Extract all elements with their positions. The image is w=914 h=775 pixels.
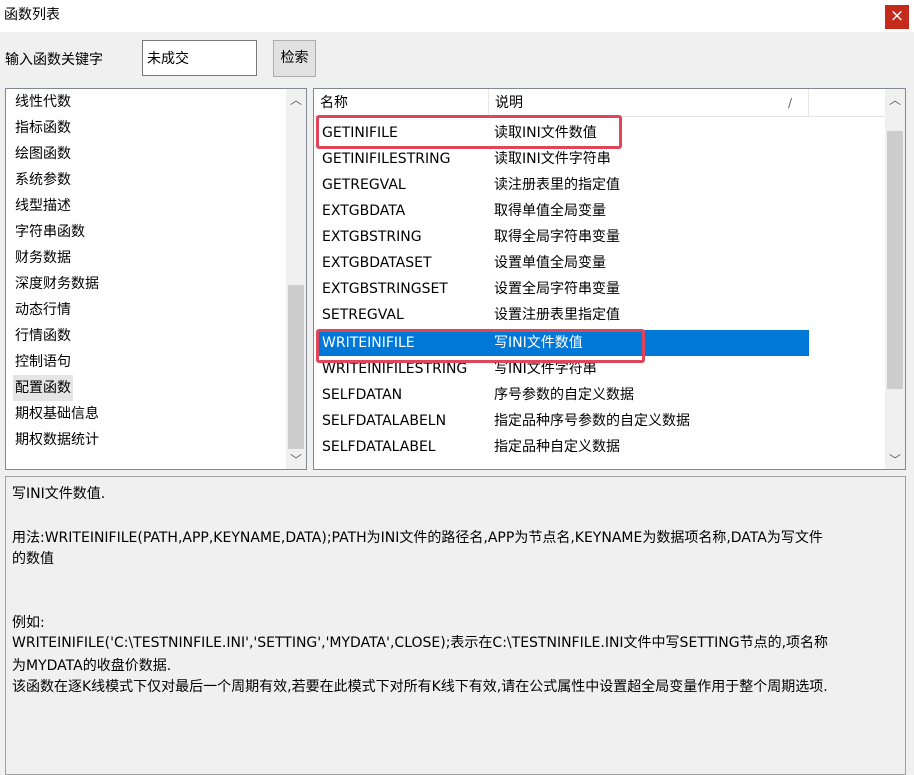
category-item[interactable]: 控制语句 [15, 349, 71, 375]
description-usage: 用法:WRITEINIFILE(PATH,APP,KEYNAME,DATA);P… [12, 530, 823, 546]
function-scrollbar[interactable]: ︿ ﹀ [885, 89, 905, 469]
title-bar: 函数列表 × [0, 0, 914, 32]
search-button[interactable]: 检索 [273, 40, 316, 77]
keyword-label: 输入函数关键字 [5, 52, 103, 68]
function-desc: 指定品种序号参数的自定义数据 [494, 413, 690, 429]
function-desc: 序号参数的自定义数据 [494, 387, 634, 403]
function-desc: 读取INI文件字符串 [494, 151, 611, 167]
scrollbar-thumb[interactable] [887, 131, 903, 389]
category-item[interactable]: 线性代数 [15, 89, 71, 115]
close-icon: × [889, 6, 905, 26]
annotation-highlight-box [316, 329, 645, 363]
table-row[interactable]: SELFDATAN 序号参数的自定义数据 [314, 382, 886, 408]
table-row[interactable]: SELFDATALABEL 指定品种自定义数据 [314, 434, 886, 460]
table-row[interactable]: EXTGBSTRINGSET 设置全局字符串变量 [314, 276, 886, 302]
table-row[interactable]: EXTGBDATASET 设置单值全局变量 [314, 250, 886, 276]
chevron-up-icon[interactable]: ︿ [286, 91, 306, 109]
category-item[interactable]: 期权基础信息 [15, 401, 99, 427]
window-title: 函数列表 [4, 7, 60, 23]
category-item[interactable]: 行情函数 [15, 323, 71, 349]
category-item-selected[interactable]: 配置函数 [13, 375, 73, 401]
description-note: 该函数在逐K线模式下仅对最后一个周期有效,若要在此模式下对所有K线下有效,请在公… [12, 679, 828, 695]
function-list[interactable]: 名称 说明 / GETINIFILE 读取INI文件数值 GETINIFILES… [313, 88, 906, 470]
category-item[interactable]: 动态行情 [15, 297, 71, 323]
function-desc: 指定品种自定义数据 [494, 439, 620, 455]
function-desc: 设置全局字符串变量 [494, 281, 620, 297]
table-row[interactable]: SELFDATALABELN 指定品种序号参数的自定义数据 [314, 408, 886, 434]
function-name: GETREGVAL [322, 177, 406, 193]
category-item[interactable]: 字符串函数 [15, 219, 85, 245]
category-list[interactable]: 线性代数 指标函数 绘图函数 系统参数 线型描述 字符串函数 财务数据 深度财务… [5, 88, 307, 470]
function-description-panel: 写INI文件数值. 用法:WRITEINIFILE(PATH,APP,KEYNA… [5, 476, 906, 775]
chevron-down-icon[interactable]: ﹀ [885, 451, 905, 469]
column-name-header[interactable]: 名称 [314, 89, 489, 117]
function-desc: 读注册表里的指定值 [494, 177, 620, 193]
function-desc: 设置注册表里指定值 [494, 307, 620, 323]
description-example-label: 例如: [12, 615, 45, 631]
function-name: SELFDATALABELN [322, 413, 447, 429]
category-item[interactable]: 深度财务数据 [15, 271, 99, 297]
function-name: EXTGBSTRING [322, 229, 422, 245]
category-scrollbar[interactable]: ︿ ﹀ [286, 89, 306, 469]
chevron-down-icon[interactable]: ﹀ [286, 451, 306, 469]
category-item[interactable]: 期权数据统计 [15, 427, 99, 453]
function-name: EXTGBDATASET [322, 255, 432, 271]
function-name: EXTGBDATA [322, 203, 406, 219]
chevron-up-icon[interactable]: ︿ [885, 91, 905, 109]
function-name: SELFDATAN [322, 387, 403, 403]
function-name: GETINIFILESTRING [322, 151, 451, 167]
category-item[interactable]: 指标函数 [15, 115, 71, 141]
description-usage-cont: 的数值 [12, 551, 54, 567]
description-example-cont: 为MYDATA的收盘价数据. [12, 658, 172, 674]
close-button[interactable]: × [885, 5, 909, 29]
function-desc: 取得单值全局变量 [494, 203, 606, 219]
table-row[interactable]: EXTGBDATA 取得单值全局变量 [314, 198, 886, 224]
table-row[interactable]: GETREGVAL 读注册表里的指定值 [314, 172, 886, 198]
category-item[interactable]: 系统参数 [15, 167, 71, 193]
table-row[interactable]: EXTGBSTRING 取得全局字符串变量 [314, 224, 886, 250]
table-row[interactable]: GETINIFILESTRING 读取INI文件字符串 [314, 146, 886, 172]
description-scrollbar[interactable] [885, 477, 905, 774]
category-item[interactable]: 线型描述 [15, 193, 71, 219]
function-list-dialog: 函数列表 × 输入函数关键字 检索 线性代数 指标函数 绘图函数 系统参数 线型… [0, 0, 914, 775]
function-name: EXTGBSTRINGSET [322, 281, 448, 297]
column-desc-header[interactable]: 说明 [489, 89, 809, 117]
function-name: SELFDATALABEL [322, 439, 436, 455]
category-item[interactable]: 绘图函数 [15, 141, 71, 167]
scrollbar-thumb[interactable] [288, 285, 304, 449]
description-example: WRITEINIFILE('C:\TESTNINFILE.INI','SETTI… [12, 635, 829, 651]
function-desc: 设置单值全局变量 [494, 255, 606, 271]
sort-indicator-icon: / [788, 96, 793, 110]
keyword-input[interactable] [142, 40, 257, 76]
category-item[interactable]: 财务数据 [15, 245, 71, 271]
function-desc: 取得全局字符串变量 [494, 229, 620, 245]
description-summary: 写INI文件数值. [12, 486, 106, 502]
annotation-highlight-box [316, 115, 622, 149]
table-row[interactable]: SETREGVAL 设置注册表里指定值 [314, 302, 886, 328]
function-name: SETREGVAL [322, 307, 404, 323]
column-header: 名称 说明 / [314, 89, 886, 117]
